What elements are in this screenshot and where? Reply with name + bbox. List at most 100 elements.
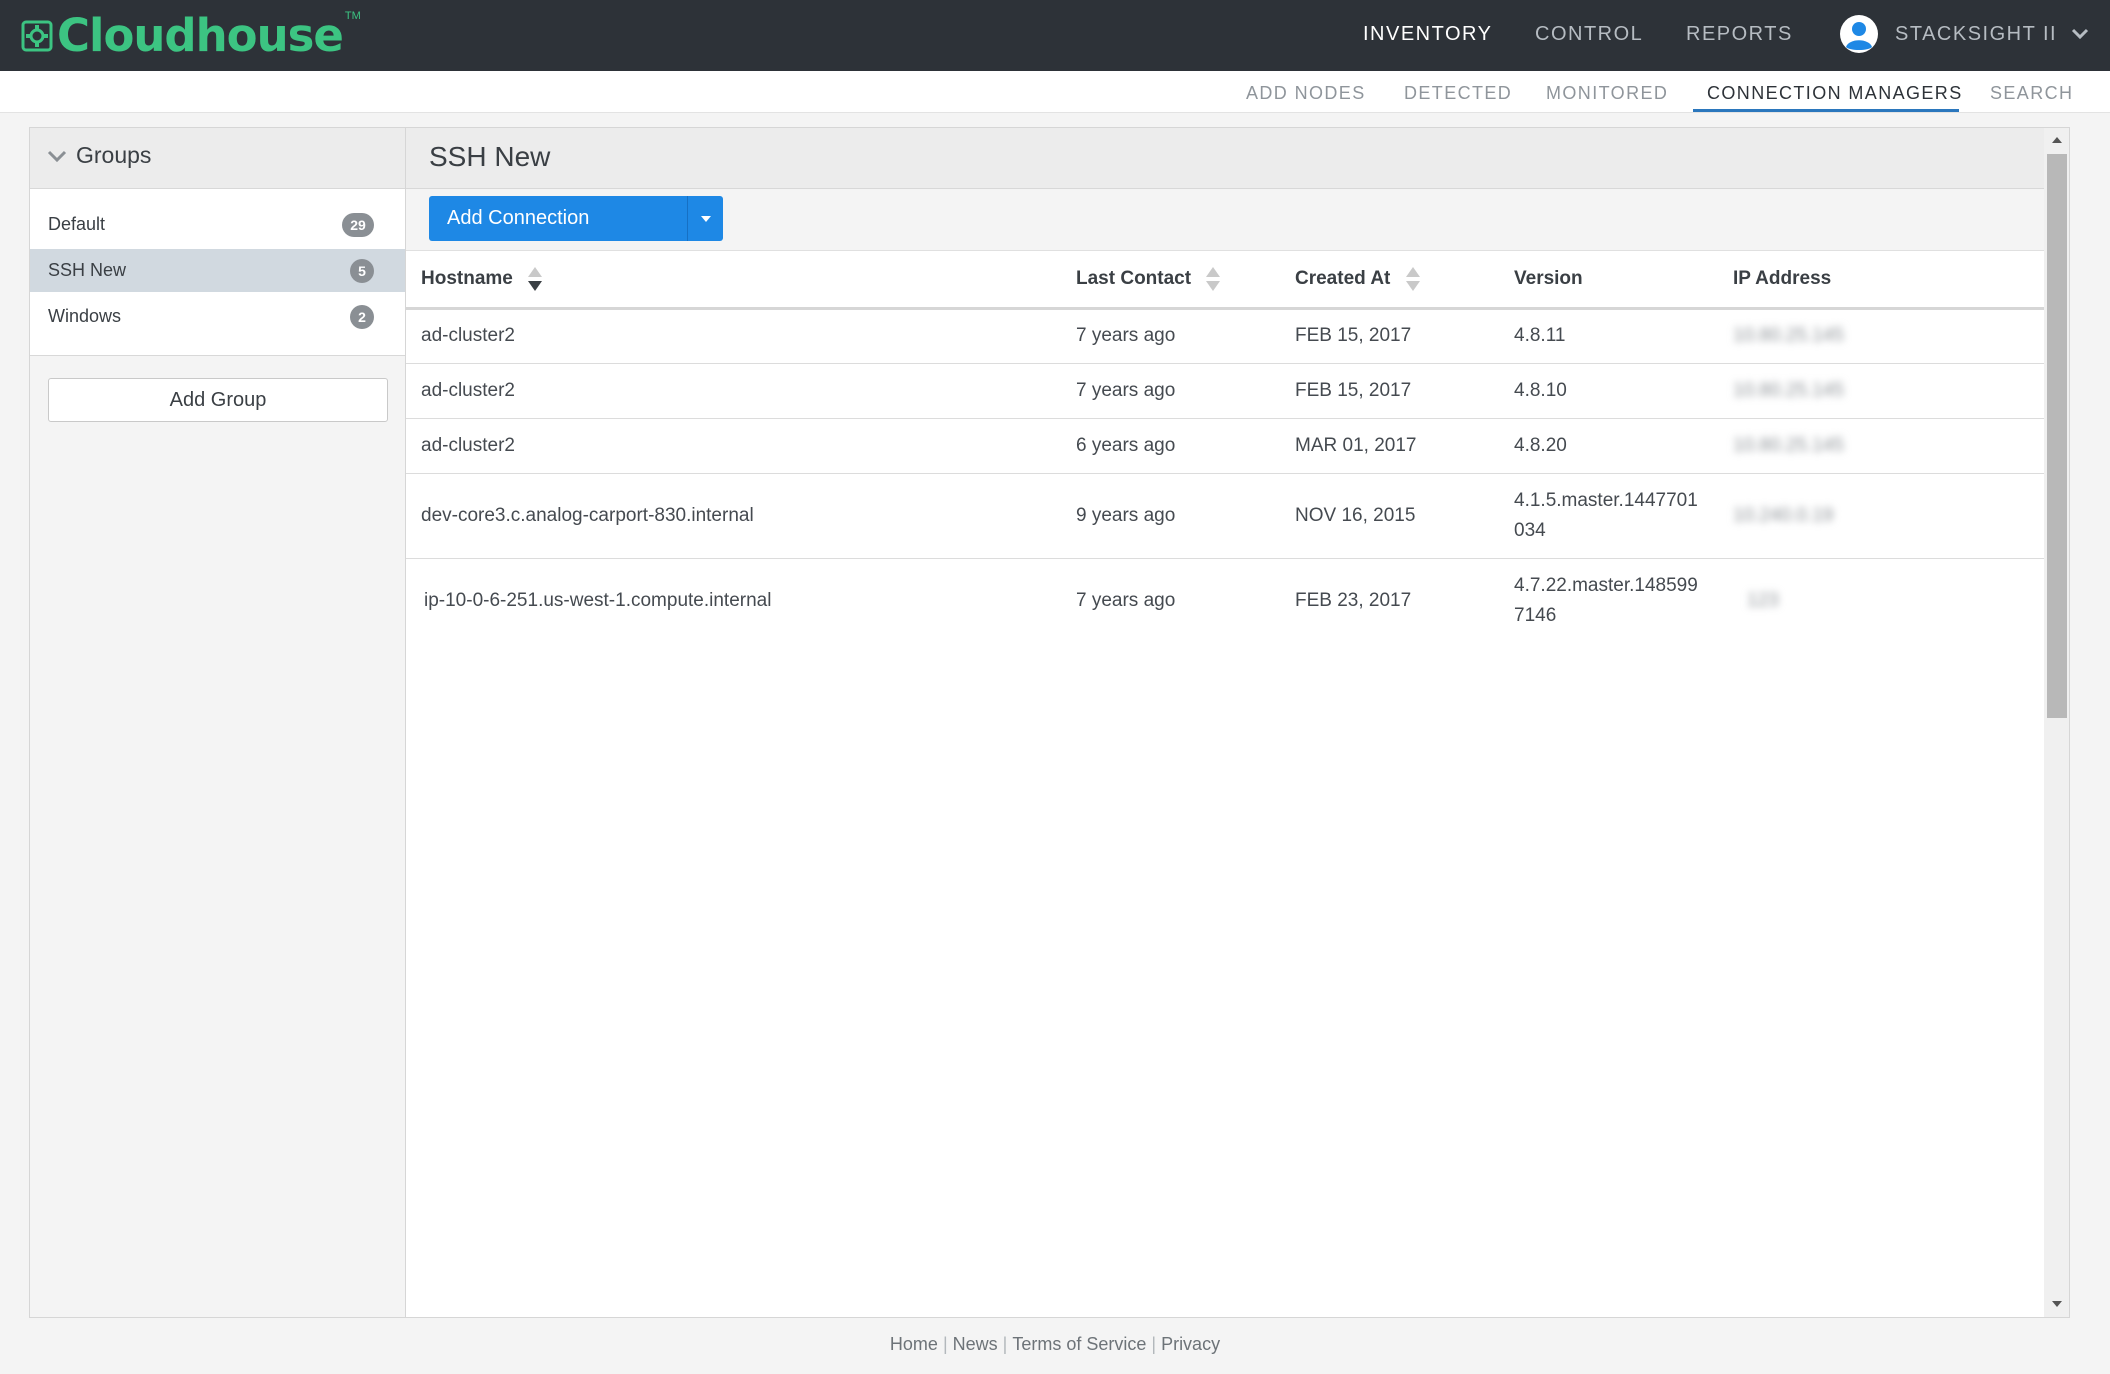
chevron-down-icon[interactable]	[47, 150, 67, 164]
cell-version: 4.7.22.master.148599 7146	[1514, 558, 1733, 644]
add-connection-manager-dropdown[interactable]	[687, 196, 723, 241]
tab-add-nodes[interactable]: ADD NODES	[1246, 71, 1366, 113]
groups-title: Groups	[76, 142, 152, 168]
group-label: Default	[48, 214, 106, 234]
redacted-ip: 10.240.0.19	[1733, 504, 1834, 526]
cell-ip-address: 123	[1733, 558, 2044, 644]
tab-connection-managers[interactable]: CONNECTION MANAGERS	[1707, 71, 1963, 113]
active-tab-indicator	[1693, 109, 1959, 112]
table-row[interactable]: ad-cluster2 7 years ago FEB 15, 2017 4.8…	[406, 363, 2044, 419]
group-item-ssh-new[interactable]: SSH New 5	[30, 249, 405, 292]
table-row[interactable]: dev-core3.c.analog-carport-830.internal …	[406, 473, 2044, 559]
redacted-ip: 10.80.25.145	[1733, 434, 1844, 456]
footer-separator: |	[942, 1334, 948, 1354]
sort-icon[interactable]	[1405, 265, 1420, 293]
column-header-created-at[interactable]: Created At	[1295, 251, 1514, 310]
footer-link-privacy[interactable]: Privacy	[1161, 1334, 1220, 1354]
version-line: 034	[1514, 519, 1546, 541]
cell-created-at: MAR 01, 2017	[1295, 418, 1514, 474]
cloudhouse-logo[interactable]: Cloudhouse TM	[20, 6, 361, 66]
footer: Home | News | Terms of Service | Privacy	[0, 1334, 2110, 1355]
add-group-button[interactable]: Add Group	[48, 378, 388, 422]
sort-icon[interactable]	[1206, 265, 1221, 293]
add-connection-manager-button[interactable]: Add Connection Manager	[429, 196, 687, 241]
user-name: STACKSIGHT II	[1895, 22, 2058, 45]
group-label: Windows	[48, 306, 122, 326]
group-item-default[interactable]: Default 29	[30, 203, 405, 246]
nav-reports[interactable]: REPORTS	[1686, 0, 1793, 71]
cell-version: 4.8.11	[1514, 308, 1733, 364]
cell-hostname: dev-core3.c.analog-carport-830.internal	[406, 473, 1076, 559]
column-header-label: Hostname	[421, 267, 513, 289]
column-header-label: Created At	[1295, 267, 1391, 289]
cell-created-at: FEB 23, 2017	[1295, 590, 1412, 612]
groups-sidebar: Groups Default 29 SSH New 5 Windows 2 Ad…	[30, 128, 406, 1317]
version-line: 4.7.22.master.148599	[1514, 575, 1698, 597]
tab-search[interactable]: SEARCH	[1990, 71, 2073, 113]
nav-inventory[interactable]: INVENTORY	[1363, 0, 1492, 71]
cell-last-contact: 7 years ago	[1076, 308, 1295, 364]
redacted-ip: 10.80.25.145	[1733, 325, 1844, 346]
group-count-badge: 5	[350, 259, 374, 283]
footer-link-news[interactable]: News	[953, 1334, 998, 1354]
group-count-badge: 2	[350, 305, 374, 329]
logo-trademark: TM	[344, 10, 361, 22]
cell-hostname: ad-cluster2	[406, 363, 1076, 419]
cell-hostname: ip-10-0-6-251.us-west-1.compute.internal	[424, 590, 772, 612]
table-row[interactable]: ip-10-0-6-251.us-west-1.compute.internal…	[406, 558, 2044, 644]
column-header-label: IP Address	[1733, 267, 1832, 289]
group-item-windows[interactable]: Windows 2	[30, 295, 405, 338]
footer-link-terms[interactable]: Terms of Service	[1012, 1334, 1146, 1354]
column-header-label: Version	[1514, 267, 1583, 289]
user-menu[interactable]: STACKSIGHT II	[1840, 14, 2089, 54]
scrollbar-thumb[interactable]	[2047, 154, 2067, 718]
cell-created-at: NOV 16, 2015	[1295, 473, 1514, 559]
connection-managers-content: SSH New Add Connection Manager Hostname …	[406, 128, 2044, 1317]
groups-header[interactable]: Groups	[30, 128, 405, 189]
cell-version: 4.8.20	[1514, 418, 1733, 474]
group-label: SSH New	[48, 260, 127, 280]
cell-ip-address: 10.80.25.145	[1733, 308, 2044, 364]
column-header-version: Version	[1514, 251, 1733, 310]
connection-managers-table: Hostname Last Contact Created At Version	[406, 251, 2044, 644]
sub-navigation-bar: ADD NODES DETECTED MONITORED CONNECTION …	[0, 71, 2110, 113]
content-header: SSH New	[406, 128, 2044, 189]
version-line: 7146	[1514, 605, 1557, 627]
table-row[interactable]: ad-cluster2 6 years ago MAR 01, 2017 4.8…	[406, 418, 2044, 474]
group-count-badge: 29	[342, 213, 374, 237]
cell-last-contact: 7 years ago	[1076, 363, 1295, 419]
tab-detected[interactable]: DETECTED	[1404, 71, 1512, 113]
cell-hostname: ad-cluster2	[406, 418, 1076, 474]
column-header-label: Last Contact	[1076, 267, 1192, 289]
tab-monitored[interactable]: MONITORED	[1546, 71, 1668, 113]
cell-hostname: ad-cluster2	[406, 308, 1076, 364]
cell-ip-address: 10.80.25.145	[1733, 363, 2044, 419]
cell-created-at: FEB 15, 2017	[1295, 308, 1514, 364]
redacted-ip: 123	[1747, 590, 1779, 612]
cell-last-contact: 7 years ago	[1076, 590, 1176, 612]
version-line: 4.1.5.master.1447701	[1514, 489, 1698, 511]
sort-descending-icon[interactable]	[528, 265, 543, 293]
user-avatar-icon	[1840, 15, 1878, 53]
nav-control[interactable]: CONTROL	[1535, 0, 1643, 71]
main-panel: Groups Default 29 SSH New 5 Windows 2 Ad…	[29, 127, 2070, 1318]
vertical-scrollbar[interactable]	[2044, 128, 2069, 1317]
top-navigation-bar: Cloudhouse TM INVENTORY CONTROL REPORTS …	[0, 0, 2110, 71]
toolbar: Add Connection Manager	[406, 189, 2044, 251]
cell-last-contact: 6 years ago	[1076, 418, 1295, 474]
chevron-down-icon	[2072, 28, 2089, 40]
cell-created-at: FEB 15, 2017	[1295, 363, 1514, 419]
column-header-last-contact[interactable]: Last Contact	[1076, 251, 1295, 310]
cell-last-contact: 9 years ago	[1076, 473, 1295, 559]
redacted-ip: 10.80.25.145	[1733, 379, 1844, 401]
scroll-down-arrow-icon[interactable]	[2052, 1301, 2062, 1307]
group-list: Default 29 SSH New 5 Windows 2	[30, 189, 405, 356]
footer-separator: |	[1151, 1334, 1157, 1354]
cell-ip-address: 10.240.0.19	[1733, 473, 2044, 559]
column-header-hostname[interactable]: Hostname	[406, 251, 1076, 310]
footer-link-home[interactable]: Home	[890, 1334, 938, 1354]
column-header-ip-address: IP Address	[1733, 251, 2044, 310]
footer-separator: |	[1002, 1334, 1008, 1354]
scroll-up-arrow-icon[interactable]	[2052, 137, 2062, 143]
table-row[interactable]: ad-cluster2 7 years ago FEB 15, 2017 4.8…	[406, 308, 2044, 364]
